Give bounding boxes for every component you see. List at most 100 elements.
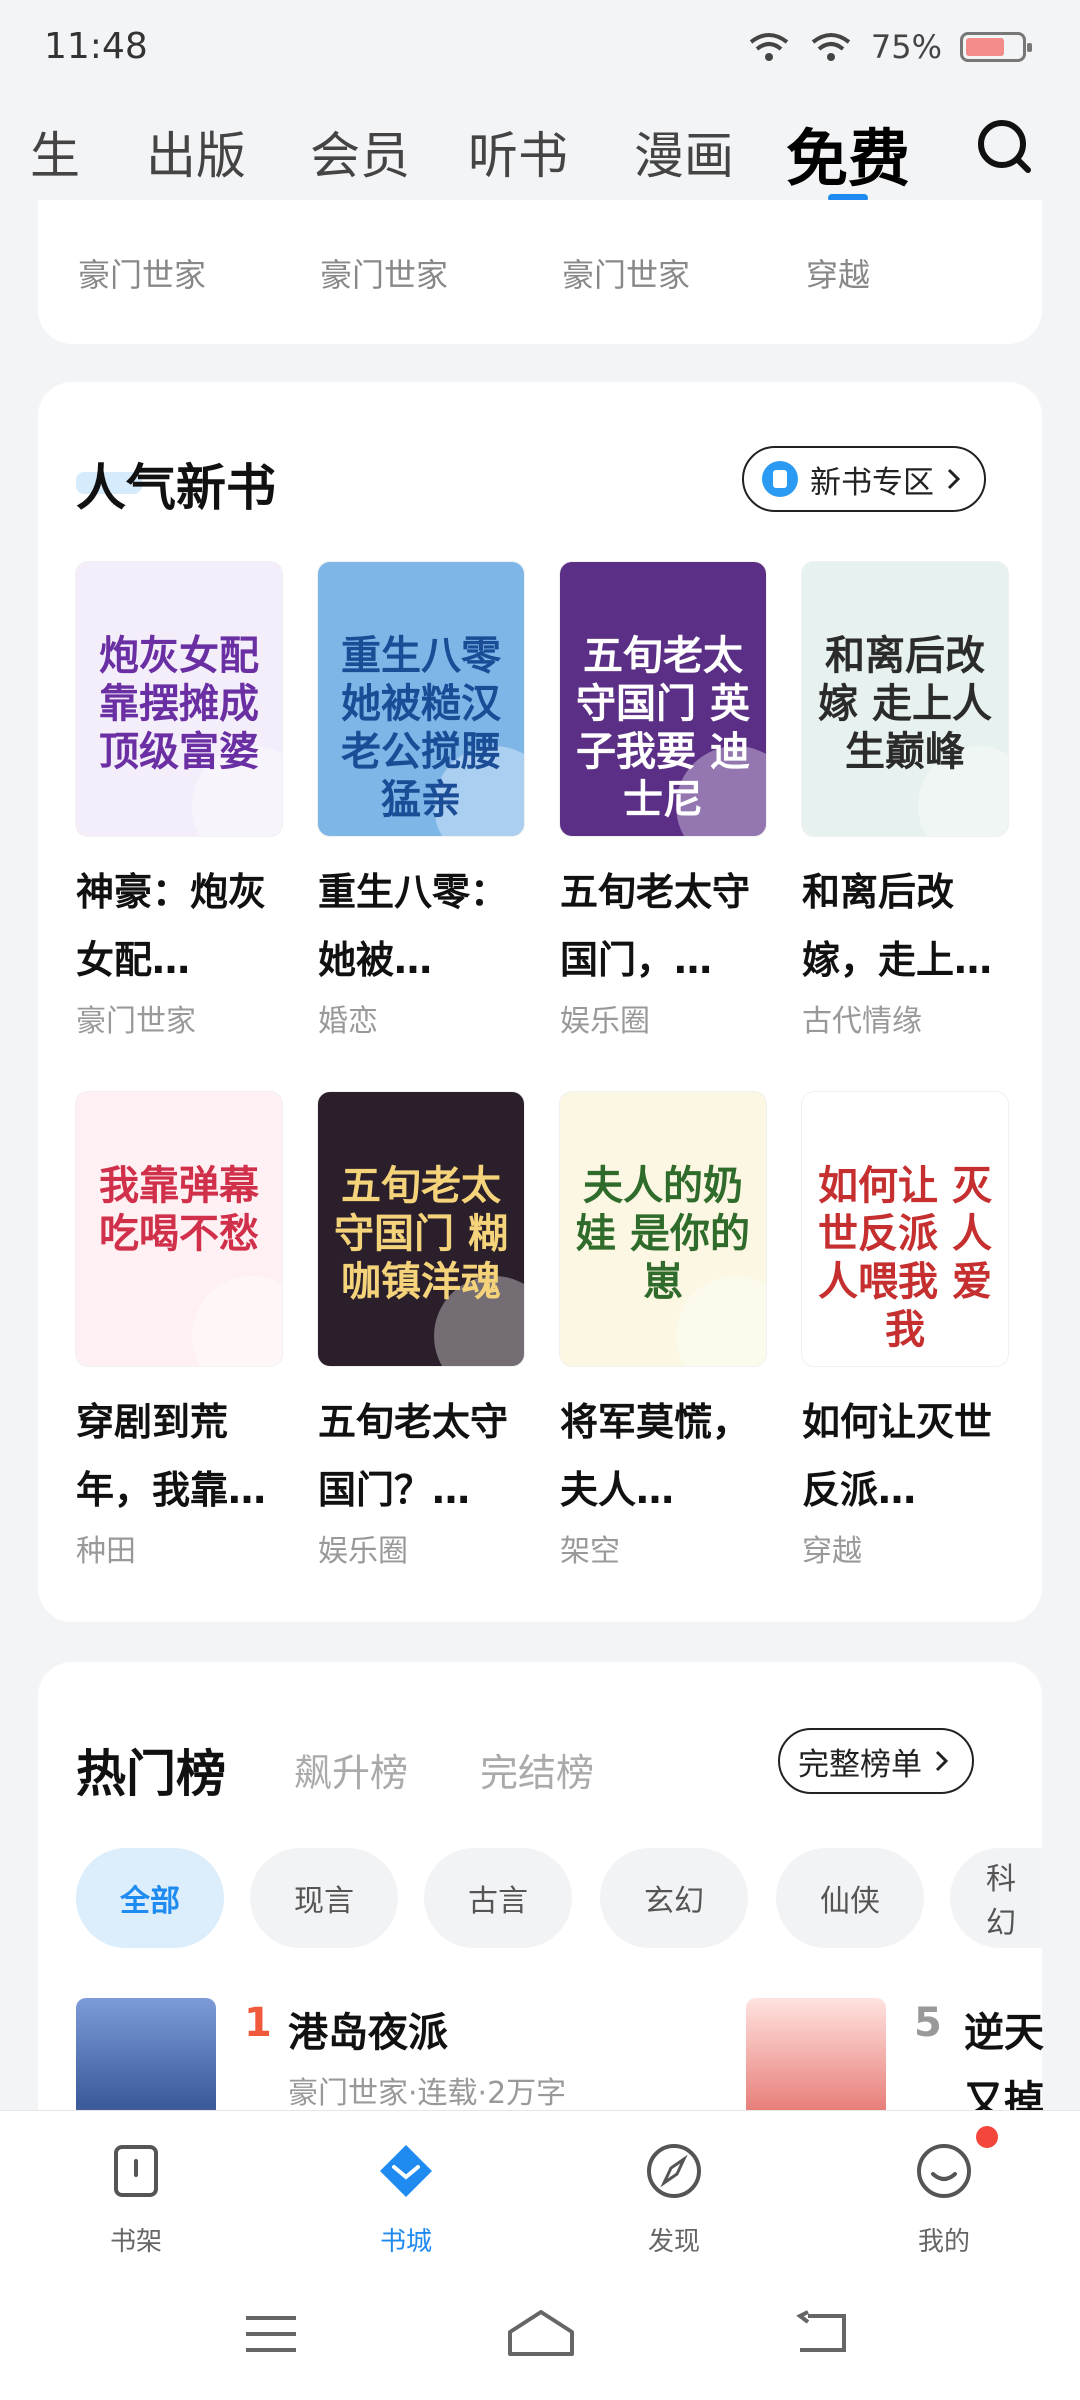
battery-percent: 75% — [870, 28, 942, 66]
book-item[interactable]: 如何让 灭世反派 人人喂我 爱我如何让灭世反派… 穿越 — [802, 1092, 1008, 1570]
tab-free[interactable]: 免费 — [786, 108, 910, 198]
book-item[interactable]: 五旬老太守国门 糊咖镇洋魂五旬老太守国门？… 娱乐圈 — [318, 1092, 524, 1570]
cover-title-art: 夫人的奶娃 是你的崽 — [576, 1163, 750, 1305]
rank-book-meta: 豪门世家·连载·2万字 — [288, 2076, 567, 2111]
nav-label: 发现 — [647, 2227, 700, 2257]
book-genre: 婚恋 — [318, 1004, 378, 1039]
nav-label: 我的 — [917, 2227, 970, 2257]
previous-section-card: 豪门世家 豪门世家 豪门世家 穿越 — [38, 200, 1042, 344]
notification-dot — [976, 2126, 998, 2148]
bottom-nav: 书架 书城 发现 我的 — [0, 2110, 1080, 2281]
ranking-title[interactable]: 热门榜 — [76, 1734, 226, 1806]
nav-bookshelf[interactable]: 书架 — [56, 2141, 216, 2258]
book-item[interactable]: 和离后改嫁 走上人生巅峰和离后改嫁，走上… 古代情缘 — [802, 562, 1008, 1040]
full-ranking-button[interactable]: 完整榜单 — [778, 1728, 974, 1794]
book-title[interactable]: 将军莫慌，夫人… — [560, 1388, 766, 1524]
status-bar: 11:48 75% — [0, 0, 1080, 100]
new-books-zone-button[interactable]: 新书专区 — [742, 446, 986, 512]
book-title[interactable]: 和离后改嫁，走上… — [802, 858, 1008, 994]
book-item[interactable]: 我靠弹幕 吃喝不愁穿剧到荒年，我靠… 种田 — [76, 1092, 282, 1570]
chip-xianxia[interactable]: 仙侠 — [776, 1848, 924, 1948]
book-genre: 豪门世家 — [320, 256, 449, 294]
book-cover[interactable]: 五旬老太守国门 英子我要 迪士尼 — [560, 562, 766, 836]
book-item[interactable]: 五旬老太守国门 英子我要 迪士尼五旬老太守国门，… 娱乐圈 — [560, 562, 766, 1040]
cover-title-art: 如何让 灭世反派 人人喂我 爱我 — [818, 1163, 992, 1353]
nav-profile[interactable]: 我的 — [864, 2141, 1024, 2258]
status-time: 11:48 — [44, 26, 148, 67]
book-title[interactable]: 重生八零：她被… — [318, 858, 524, 994]
chevron-right-icon — [947, 468, 961, 490]
book-title[interactable]: 如何让灭世反派… — [802, 1388, 1008, 1524]
tab-member[interactable]: 会员 — [310, 116, 410, 188]
rank-book-title[interactable]: 港岛夜派 — [288, 2000, 448, 2058]
smile-icon — [917, 2144, 971, 2198]
search-icon[interactable] — [976, 118, 1032, 174]
chip-fantasy[interactable]: 玄幻 — [600, 1848, 748, 1948]
cover-title-art: 炮灰女配 靠摆摊成 顶级富婆 — [99, 633, 259, 775]
cover-title-art: 五旬老太守国门 糊咖镇洋魂 — [334, 1163, 508, 1305]
nav-label: 书城 — [379, 2227, 432, 2257]
signal-wifi-icon — [749, 33, 789, 61]
nav-label: 书架 — [109, 2227, 162, 2257]
book-genre: 古代情缘 — [802, 1004, 922, 1039]
chip-all[interactable]: 全部 — [76, 1848, 224, 1948]
book-genre: 种田 — [76, 1534, 136, 1569]
new-books-zone-label: 新书专区 — [810, 464, 934, 501]
section-title: 人气新书 — [76, 459, 276, 517]
book-genre: 穿越 — [806, 256, 871, 294]
rank-number: 5 — [914, 2000, 942, 2046]
book-genre: 架空 — [560, 1534, 620, 1569]
battery-icon — [960, 32, 1032, 62]
rank-number: 1 — [244, 2000, 272, 2046]
tab-life[interactable]: 生 — [30, 116, 80, 188]
book-zone-icon — [762, 461, 798, 497]
book-title[interactable]: 五旬老太守国门？… — [318, 1388, 524, 1524]
book-item[interactable]: 炮灰女配 靠摆摊成 顶级富婆神豪：炮灰女配… 豪门世家 — [76, 562, 282, 1040]
system-nav-bar — [0, 2280, 1080, 2400]
book-genre: 穿越 — [802, 1534, 862, 1569]
book-genre: 豪门世家 — [562, 256, 691, 294]
cover-title-art: 我靠弹幕 吃喝不愁 — [99, 1163, 259, 1257]
book-genre: 豪门世家 — [76, 1004, 196, 1039]
book-item[interactable]: 夫人的奶娃 是你的崽将军莫慌，夫人… 架空 — [560, 1092, 766, 1570]
book-genre: 豪门世家 — [78, 256, 207, 294]
status-icons: 75% — [747, 28, 1032, 66]
tab-completed[interactable]: 完结榜 — [480, 1742, 594, 1797]
book-cover[interactable]: 重生八零 她被糙汉 老公搅腰 猛亲 — [318, 562, 524, 836]
book-cover[interactable]: 夫人的奶娃 是你的崽 — [560, 1092, 766, 1366]
book-cover[interactable]: 和离后改嫁 走上人生巅峰 — [802, 562, 1008, 836]
nav-bookstore[interactable]: 书城 — [326, 2141, 486, 2258]
cover-title-art: 重生八零 她被糙汉 老公搅腰 猛亲 — [341, 633, 501, 823]
tab-publishing[interactable]: 出版 — [146, 116, 246, 188]
menu-icon[interactable] — [244, 2312, 298, 2356]
cover-decoration — [192, 1276, 282, 1366]
tab-rising[interactable]: 飙升榜 — [294, 1742, 408, 1797]
book-cover[interactable]: 我靠弹幕 吃喝不愁 — [76, 1092, 282, 1366]
nav-discover[interactable]: 发现 — [594, 2141, 754, 2258]
book-cover[interactable]: 炮灰女配 靠摆摊成 顶级富婆 — [76, 562, 282, 836]
chip-modern-romance[interactable]: 现言 — [250, 1848, 398, 1948]
book-genre: 娱乐圈 — [318, 1534, 408, 1569]
cover-title-art: 五旬老太守国门 英子我要 迪士尼 — [576, 633, 750, 823]
bookstore-icon — [380, 2145, 432, 2197]
chevron-right-icon — [935, 1750, 949, 1772]
tab-audiobook[interactable]: 听书 — [468, 116, 568, 188]
book-title[interactable]: 神豪：炮灰女配… — [76, 858, 282, 994]
full-ranking-label: 完整榜单 — [798, 1746, 922, 1783]
book-title[interactable]: 五旬老太守国门，… — [560, 858, 766, 994]
book-title[interactable]: 穿剧到荒年，我靠… — [76, 1388, 282, 1524]
chip-scifi[interactable]: 科幻 — [950, 1848, 1042, 1948]
book-item[interactable]: 重生八零 她被糙汉 老公搅腰 猛亲重生八零：她被… 婚恋 — [318, 562, 524, 1040]
tab-comics[interactable]: 漫画 — [634, 116, 734, 188]
book-cover[interactable]: 五旬老太守国门 糊咖镇洋魂 — [318, 1092, 524, 1366]
home-icon[interactable] — [506, 2308, 576, 2358]
rank-book-title[interactable]: 逆天 — [964, 2000, 1044, 2058]
book-genre: 娱乐圈 — [560, 1004, 650, 1039]
back-icon[interactable] — [794, 2310, 850, 2356]
bookshelf-icon — [114, 2145, 158, 2197]
cover-title-art: 和离后改嫁 走上人生巅峰 — [818, 633, 992, 775]
compass-icon — [647, 2144, 701, 2198]
chip-ancient-romance[interactable]: 古言 — [424, 1848, 572, 1948]
book-cover[interactable]: 如何让 灭世反派 人人喂我 爱我 — [802, 1092, 1008, 1366]
wifi-icon — [811, 33, 851, 61]
